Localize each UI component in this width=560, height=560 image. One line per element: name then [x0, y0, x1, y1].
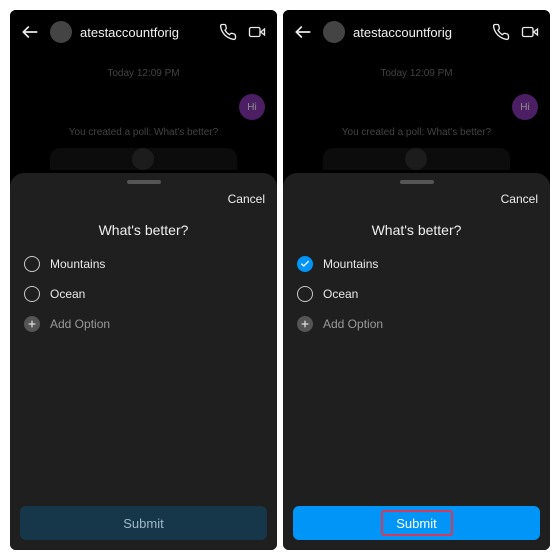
- chat-timestamp: Today 12:09 PM: [10, 68, 277, 79]
- avatar[interactable]: [50, 21, 72, 43]
- poll-card-preview: [50, 148, 237, 170]
- add-option-label: Add Option: [323, 317, 383, 331]
- poll-option-label: Mountains: [50, 257, 105, 271]
- poll-options: Mountains Ocean Add Option: [283, 256, 550, 332]
- chat-username[interactable]: atestaccountforig: [80, 25, 179, 40]
- add-option-button[interactable]: Add Option: [24, 316, 263, 332]
- message-bubble: Hi: [512, 94, 538, 120]
- add-option-button[interactable]: Add Option: [297, 316, 536, 332]
- chat-header: atestaccountforig: [283, 10, 550, 54]
- call-icon[interactable]: [219, 23, 237, 41]
- phone-left: atestaccountforig Today 12:09 PM Hi You …: [10, 10, 277, 550]
- poll-question: What's better?: [10, 222, 277, 238]
- poll-sheet: Cancel What's better? Mountains Ocean A: [283, 173, 550, 550]
- poll-option-mountains[interactable]: Mountains: [297, 256, 536, 272]
- poll-option-label: Mountains: [323, 257, 378, 271]
- poll-question: What's better?: [283, 222, 550, 238]
- cancel-button[interactable]: Cancel: [501, 192, 538, 206]
- chat-header: atestaccountforig: [10, 10, 277, 54]
- back-icon[interactable]: [20, 22, 40, 42]
- back-icon[interactable]: [293, 22, 313, 42]
- phone-right: atestaccountforig Today 12:09 PM Hi You …: [283, 10, 550, 550]
- submit-label: Submit: [123, 516, 163, 531]
- call-icon[interactable]: [492, 23, 510, 41]
- poll-option-ocean[interactable]: Ocean: [24, 286, 263, 302]
- avatar[interactable]: [323, 21, 345, 43]
- poll-options: Mountains Ocean Add Option: [10, 256, 277, 332]
- radio-icon[interactable]: [297, 286, 313, 302]
- submit-button[interactable]: Submit: [293, 506, 540, 540]
- poll-option-ocean[interactable]: Ocean: [297, 286, 536, 302]
- video-icon[interactable]: [520, 23, 540, 41]
- poll-option-mountains[interactable]: Mountains: [24, 256, 263, 272]
- submit-label: Submit: [396, 516, 436, 531]
- poll-option-label: Ocean: [323, 287, 358, 301]
- message-bubble: Hi: [239, 94, 265, 120]
- chat-body: Today 12:09 PM Hi You created a poll: Wh…: [10, 54, 277, 170]
- video-icon[interactable]: [247, 23, 267, 41]
- poll-card-preview: [323, 148, 510, 170]
- chat-username[interactable]: atestaccountforig: [353, 25, 452, 40]
- add-option-label: Add Option: [50, 317, 110, 331]
- poll-created-text: You created a poll: What's better?: [10, 127, 277, 138]
- chat-body: Today 12:09 PM Hi You created a poll: Wh…: [283, 54, 550, 170]
- radio-icon[interactable]: [24, 256, 40, 272]
- submit-button[interactable]: Submit: [20, 506, 267, 540]
- chat-timestamp: Today 12:09 PM: [283, 68, 550, 79]
- radio-icon[interactable]: [24, 286, 40, 302]
- poll-option-label: Ocean: [50, 287, 85, 301]
- cancel-button[interactable]: Cancel: [228, 192, 265, 206]
- radio-icon-checked[interactable]: [297, 256, 313, 272]
- poll-sheet: Cancel What's better? Mountains Ocean A: [10, 173, 277, 550]
- plus-icon: [297, 316, 313, 332]
- poll-created-text: You created a poll: What's better?: [283, 127, 550, 138]
- plus-icon: [24, 316, 40, 332]
